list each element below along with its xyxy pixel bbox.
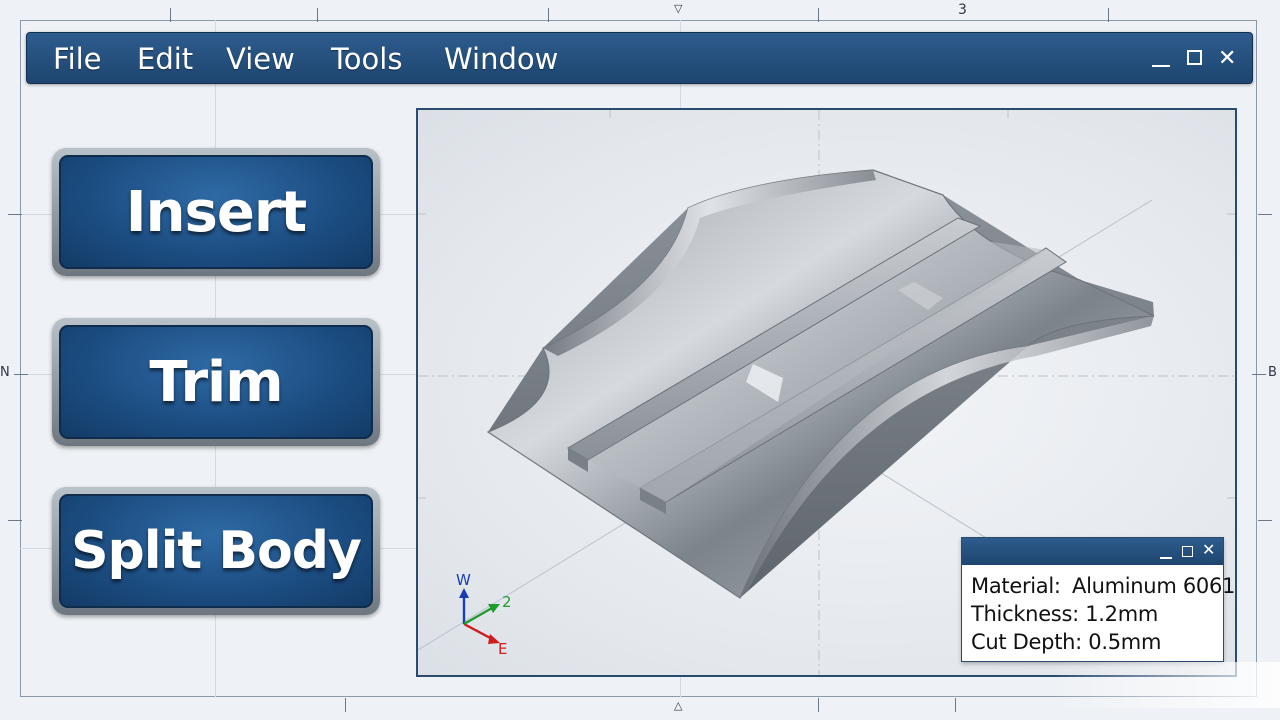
sheet-zone-label-right: B [1268, 365, 1277, 380]
sheet-metal-part[interactable] [486, 169, 1155, 599]
sheet-tick [818, 8, 819, 22]
close-icon[interactable]: ✕ [1218, 47, 1236, 69]
thickness-text: Thickness: 1.2mm [971, 602, 1159, 626]
sheet-tick [818, 698, 819, 712]
centering-mark-top-icon: ▽ [674, 3, 683, 15]
sheet-tick [345, 698, 346, 712]
insert-button-label: Insert [59, 155, 373, 269]
axis-up-label: W [456, 571, 471, 589]
sheet-tick [955, 698, 956, 712]
sheet-tick [14, 374, 28, 375]
trim-button[interactable]: Trim [52, 318, 380, 446]
split-body-button-label: Split Body [59, 494, 373, 608]
panel-close-icon[interactable]: ✕ [1202, 543, 1215, 559]
sheet-tick [8, 520, 22, 521]
sheet-zone-label-top: 3 [958, 2, 967, 18]
main-menu-bar: File Edit View Tools Window ✕ [26, 32, 1253, 84]
sheet-zone-label-left: N [0, 365, 10, 380]
trim-button-label: Trim [59, 325, 373, 439]
properties-panel: ✕ Material: Aluminum 6061 Thickness: 1.2… [961, 537, 1235, 662]
minimize-icon[interactable] [1152, 65, 1170, 67]
menu-view[interactable]: View [226, 42, 295, 76]
sheet-tick [1258, 520, 1272, 521]
centering-mark-bottom-icon: △ [674, 700, 683, 712]
sheet-tick [170, 8, 171, 22]
split-body-button[interactable]: Split Body [52, 487, 380, 615]
menu-window[interactable]: Window [444, 42, 558, 76]
sheet-tick [548, 8, 549, 22]
material-value: Aluminum 6061 [1072, 574, 1236, 598]
axis-depth-label: 2 [502, 593, 512, 611]
sheet-tick [317, 8, 318, 22]
menu-tools[interactable]: Tools [331, 42, 402, 76]
properties-panel-titlebar[interactable]: ✕ [962, 538, 1223, 565]
panel-minimize-icon[interactable] [1160, 557, 1172, 559]
axis-triad [459, 588, 500, 644]
sheet-tick [1252, 374, 1266, 375]
maximize-icon[interactable] [1187, 50, 1202, 65]
axis-right-label: E [498, 640, 507, 658]
menu-file[interactable]: File [53, 42, 102, 76]
panel-maximize-icon[interactable] [1182, 546, 1193, 557]
material-label: Material: [971, 574, 1061, 598]
menu-edit[interactable]: Edit [137, 42, 193, 76]
cut-depth-text: Cut Depth: 0.5mm [971, 630, 1162, 654]
blurred-corner [1050, 662, 1280, 708]
insert-button[interactable]: Insert [52, 148, 380, 276]
sheet-tick [1108, 8, 1109, 22]
sheet-tick [1258, 214, 1272, 215]
sheet-tick [8, 214, 22, 215]
